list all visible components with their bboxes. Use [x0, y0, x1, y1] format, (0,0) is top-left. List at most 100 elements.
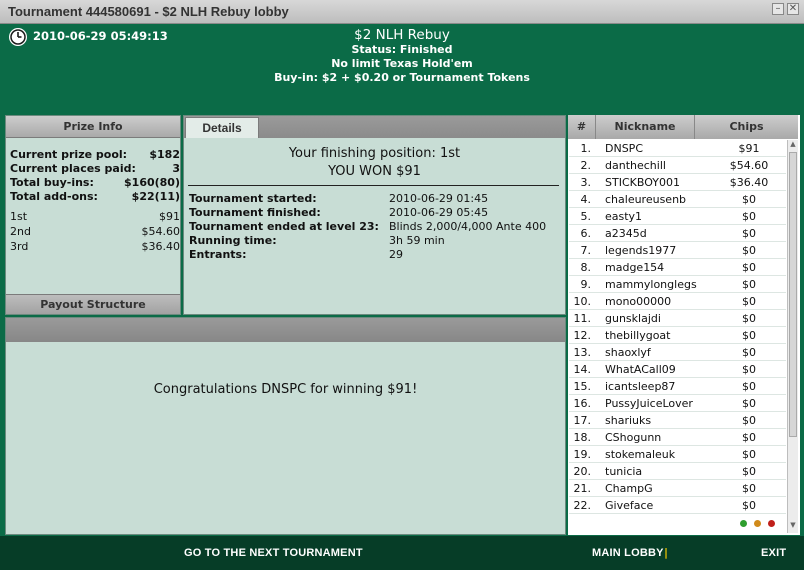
footer-separator: | [664, 546, 669, 559]
player-row[interactable]: 7. legends1977 $0 [569, 242, 786, 259]
player-row[interactable]: 13. shaoxlyf $0 [569, 344, 786, 361]
player-row[interactable]: 4. chaleureusenb $0 [569, 191, 786, 208]
total-buyins-value: $160(80) [124, 176, 180, 189]
player-chips: $0 [742, 227, 756, 240]
payout-amount: $36.40 [141, 240, 181, 253]
column-header-nickname[interactable]: Nickname [596, 115, 695, 139]
player-row[interactable]: 20. tunicia $0 [569, 463, 786, 480]
tournament-status: Status: Finished [351, 43, 453, 56]
player-row[interactable]: 11. gunsklajdi $0 [569, 310, 786, 327]
game-type: No limit Texas Hold'em [331, 57, 473, 70]
player-chips: $0 [742, 397, 756, 410]
player-rank: 15. [573, 380, 592, 393]
player-row[interactable]: 12. thebillygoat $0 [569, 327, 786, 344]
column-header-chips[interactable]: Chips [695, 115, 798, 139]
detail-value: 2010-06-29 05:45 [389, 206, 489, 219]
status-dot-red-icon [768, 520, 775, 527]
player-rank: 11. [573, 312, 592, 325]
player-row[interactable]: 2. danthechill $54.60 [569, 157, 786, 174]
player-nickname: STICKBOY001 [605, 176, 680, 189]
player-chips: $36.40 [729, 176, 769, 189]
total-addons-row: Total add-ons: $22(11) [10, 190, 180, 203]
payout-row: 2nd $54.60 [10, 225, 180, 238]
next-tournament-button[interactable]: GO TO THE NEXT TOURNAMENT [184, 547, 363, 559]
player-row[interactable]: 22. Giveface $0 [569, 497, 786, 514]
status-dot-green-icon [740, 520, 747, 527]
player-chips: $0 [742, 380, 756, 393]
player-row[interactable]: 10. mono00000 $0 [569, 293, 786, 310]
details-tab-bar: Details [184, 116, 565, 138]
total-addons-value: $22(11) [131, 190, 180, 203]
divider [188, 185, 559, 186]
exit-button[interactable]: EXIT [761, 547, 786, 559]
tab-details[interactable]: Details [185, 117, 259, 138]
footer-bar: GO TO THE NEXT TOURNAMENT MAIN LOBBY | E… [0, 536, 804, 570]
player-chips: $0 [742, 295, 756, 308]
window-title-bar[interactable]: Tournament 444580691 - $2 NLH Rebuy lobb… [0, 0, 804, 24]
player-row[interactable]: 15. icantsleep87 $0 [569, 378, 786, 395]
player-nickname: shaoxlyf [605, 346, 651, 359]
player-chips: $0 [742, 210, 756, 223]
player-chips: $0 [742, 363, 756, 376]
player-chips: $0 [742, 482, 756, 495]
tournament-header: 2010-06-29 05:49:13 $2 NLH Rebuy Status:… [3, 25, 801, 110]
finishing-position: Your finishing position: 1st [288, 146, 461, 161]
window-title: Tournament 444580691 - $2 NLH Rebuy lobb… [8, 4, 289, 19]
player-row[interactable]: 19. stokemaleuk $0 [569, 446, 786, 463]
scroll-down-arrow-icon[interactable]: ▼ [788, 521, 798, 533]
player-row[interactable]: 17. shariuks $0 [569, 412, 786, 429]
player-rank: 21. [573, 482, 592, 495]
prize-pool-label: Current prize pool: [10, 148, 128, 161]
player-chips: $0 [742, 414, 756, 427]
player-rank: 19. [573, 448, 592, 461]
player-chips: $0 [742, 312, 756, 325]
player-rank: 1. [580, 142, 592, 155]
player-row[interactable]: 1. DNSPC $91 [569, 140, 786, 157]
prize-pool-value: $182 [149, 148, 180, 161]
payout-row: 1st $91 [10, 210, 180, 223]
detail-label: Entrants: [189, 248, 247, 261]
scroll-up-arrow-icon[interactable]: ▲ [788, 140, 798, 152]
player-rank: 3. [580, 176, 592, 189]
player-nickname: shariuks [605, 414, 652, 427]
players-list-panel: # Nickname Chips ▲ ▼ 1. DNSPC $91 2. danthec… [568, 115, 800, 535]
player-nickname: danthechill [605, 159, 666, 172]
player-rank: 17. [573, 414, 592, 427]
payout-place: 2nd [10, 225, 31, 238]
main-lobby-button[interactable]: MAIN LOBBY [592, 547, 664, 559]
player-row[interactable]: 8. madge154 $0 [569, 259, 786, 276]
player-row[interactable]: 18. CShogunn $0 [569, 429, 786, 446]
detail-label: Running time: [189, 234, 277, 247]
minimize-button[interactable]: – [772, 3, 784, 15]
detail-label: Tournament finished: [189, 206, 321, 219]
player-nickname: CShogunn [605, 431, 662, 444]
player-rank: 6. [580, 227, 592, 240]
player-chips: $0 [742, 346, 756, 359]
congratulations-message: Congratulations DNSPC for winning $91! [153, 382, 418, 397]
congratulations-header-bar [6, 318, 565, 342]
player-nickname: legends1977 [605, 244, 677, 257]
player-row[interactable]: 3. STICKBOY001 $36.40 [569, 174, 786, 191]
player-row[interactable]: 14. WhatACall09 $0 [569, 361, 786, 378]
detail-value: 2010-06-29 01:45 [389, 192, 489, 205]
column-header-rank[interactable]: # [568, 115, 596, 139]
player-rank: 5. [580, 210, 592, 223]
scroll-thumb[interactable] [789, 152, 797, 437]
places-paid-label: Current places paid: [10, 162, 136, 175]
player-chips: $0 [742, 448, 756, 461]
player-row[interactable]: 21. ChampG $0 [569, 480, 786, 497]
player-row[interactable]: 5. easty1 $0 [569, 208, 786, 225]
players-scrollbar[interactable]: ▲ ▼ [787, 140, 798, 533]
close-button[interactable]: ✕ [787, 3, 799, 15]
players-table-header: # Nickname Chips [568, 115, 798, 139]
tournament-name: $2 NLH Rebuy [354, 27, 450, 43]
player-rank: 22. [573, 499, 592, 512]
player-nickname: chaleureusenb [605, 193, 687, 206]
player-row[interactable]: 9. mammylonglegs $0 [569, 276, 786, 293]
player-row[interactable]: 6. a2345d $0 [569, 225, 786, 242]
total-buyins-row: Total buy-ins: $160(80) [10, 176, 180, 189]
tab-prize-info[interactable]: Prize Info [6, 116, 180, 138]
payout-structure-button[interactable]: Payout Structure [6, 294, 180, 314]
player-chips: $0 [742, 431, 756, 444]
player-row[interactable]: 16. PussyJuiceLover $0 [569, 395, 786, 412]
